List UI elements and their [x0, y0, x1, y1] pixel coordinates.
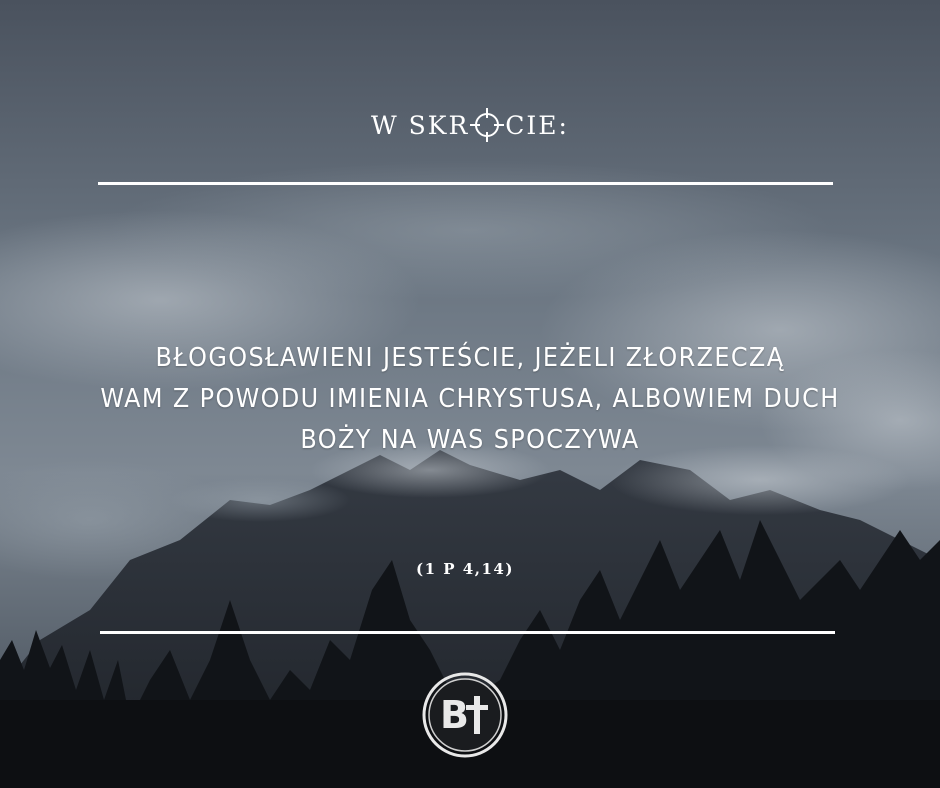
cloud: [110, 160, 830, 300]
verse-reference: (1 P 4,14): [416, 560, 514, 578]
crosshair-icon: [470, 108, 505, 142]
bottom-divider: [100, 631, 835, 634]
quote-line: WAM Z POWODU IMIENIA CHRYSTUSA, ALBOWIEM…: [100, 384, 840, 414]
logo-letter: B: [440, 693, 469, 737]
brand-logo: B: [422, 672, 508, 758]
top-divider: [98, 182, 833, 185]
header-title-before: W SKR: [371, 110, 470, 140]
mist: [170, 478, 350, 522]
header-title: W SKR CIE:: [0, 108, 940, 142]
quote-line: BŁOGOSŁAWIENI JESTEŚCIE, JEŻELI ZŁORZECZ…: [155, 343, 785, 373]
header-title-after: CIE:: [505, 110, 569, 140]
quote-line: BOŻY NA WAS SPOCZYWA: [300, 425, 640, 455]
bible-quote: BŁOGOSŁAWIENI JESTEŚCIE, JEŻELI ZŁORZECZ…: [93, 338, 847, 461]
